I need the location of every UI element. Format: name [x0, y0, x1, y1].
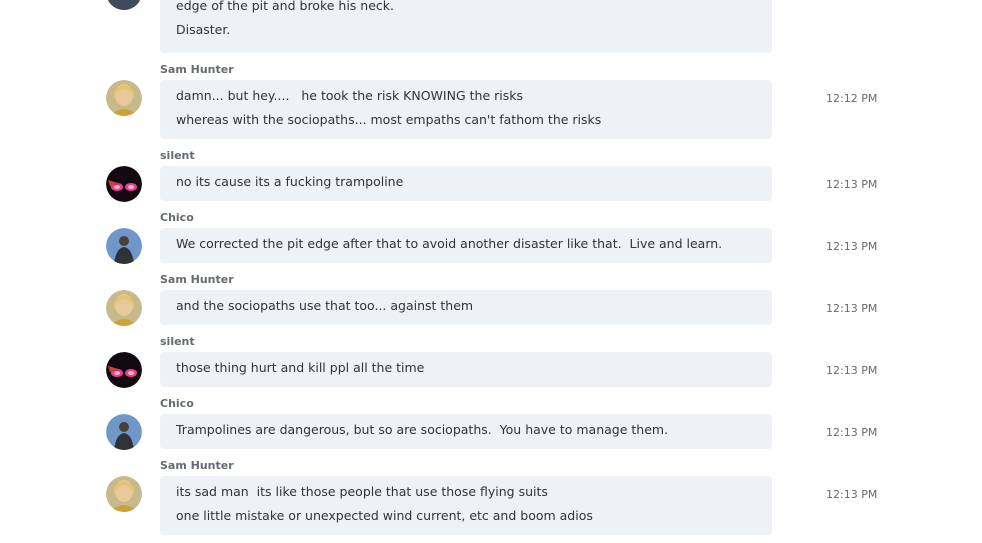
- message-timestamp: 12:12 PM: [826, 92, 878, 105]
- message-text: Trampolines are dangerous, but so are so…: [176, 422, 669, 437]
- sender-name[interactable]: Sam Hunter: [160, 63, 234, 77]
- user-avatar[interactable]: [106, 352, 142, 388]
- message-text: those thing hurt and kill ppl all the ti…: [176, 360, 425, 375]
- user-avatar[interactable]: [106, 166, 142, 202]
- message-text: its sad man its like those people that u…: [176, 484, 548, 499]
- message-text: We corrected the pit edge after that to …: [176, 236, 723, 251]
- message-text: damn... but hey.... he took the risk KNO…: [176, 88, 523, 103]
- message-bubble: its sad man its like those people that u…: [160, 476, 772, 535]
- sender-name[interactable]: Sam Hunter: [160, 459, 234, 473]
- message-bubble: We corrected the pit edge after that to …: [160, 228, 772, 263]
- message-bubble: those thing hurt and kill ppl all the ti…: [160, 352, 772, 387]
- user-avatar[interactable]: [106, 290, 142, 326]
- user-avatar[interactable]: [106, 414, 142, 450]
- message-text: edge of the pit and broke his neck.: [176, 0, 394, 13]
- message-bubble: and the sociopaths use that too... again…: [160, 290, 772, 325]
- sender-name[interactable]: Chico: [160, 397, 194, 411]
- chat-message-list[interactable]: edge of the pit and broke his neck. Disa…: [0, 0, 982, 543]
- message-timestamp: 12:13 PM: [826, 364, 878, 377]
- message-timestamp: 12:13 PM: [826, 178, 878, 191]
- user-avatar[interactable]: [106, 476, 142, 512]
- message-bubble: no its cause its a fucking trampoline: [160, 166, 772, 201]
- message-text: and the sociopaths use that too... again…: [176, 298, 474, 313]
- message-timestamp: 12:13 PM: [826, 240, 878, 253]
- sender-name[interactable]: Chico: [160, 211, 194, 225]
- message-timestamp: 12:13 PM: [826, 302, 878, 315]
- message-bubble: edge of the pit and broke his neck. Disa…: [160, 0, 772, 53]
- message-timestamp: 12:13 PM: [826, 426, 878, 439]
- message-text: one little mistake or unexpected wind cu…: [176, 508, 593, 523]
- message-bubble: damn... but hey.... he took the risk KNO…: [160, 80, 772, 139]
- sender-name[interactable]: Sam Hunter: [160, 273, 234, 287]
- message-text: whereas with the sociopaths... most empa…: [176, 112, 602, 127]
- message-timestamp: 12:13 PM: [826, 488, 878, 501]
- message-text: Disaster.: [176, 22, 231, 37]
- user-avatar[interactable]: [106, 0, 142, 10]
- message-text: no its cause its a fucking trampoline: [176, 174, 404, 189]
- user-avatar[interactable]: [106, 80, 142, 116]
- sender-name[interactable]: silent: [160, 335, 195, 349]
- sender-name[interactable]: silent: [160, 149, 195, 163]
- user-avatar[interactable]: [106, 228, 142, 264]
- message-bubble: Trampolines are dangerous, but so are so…: [160, 414, 772, 449]
